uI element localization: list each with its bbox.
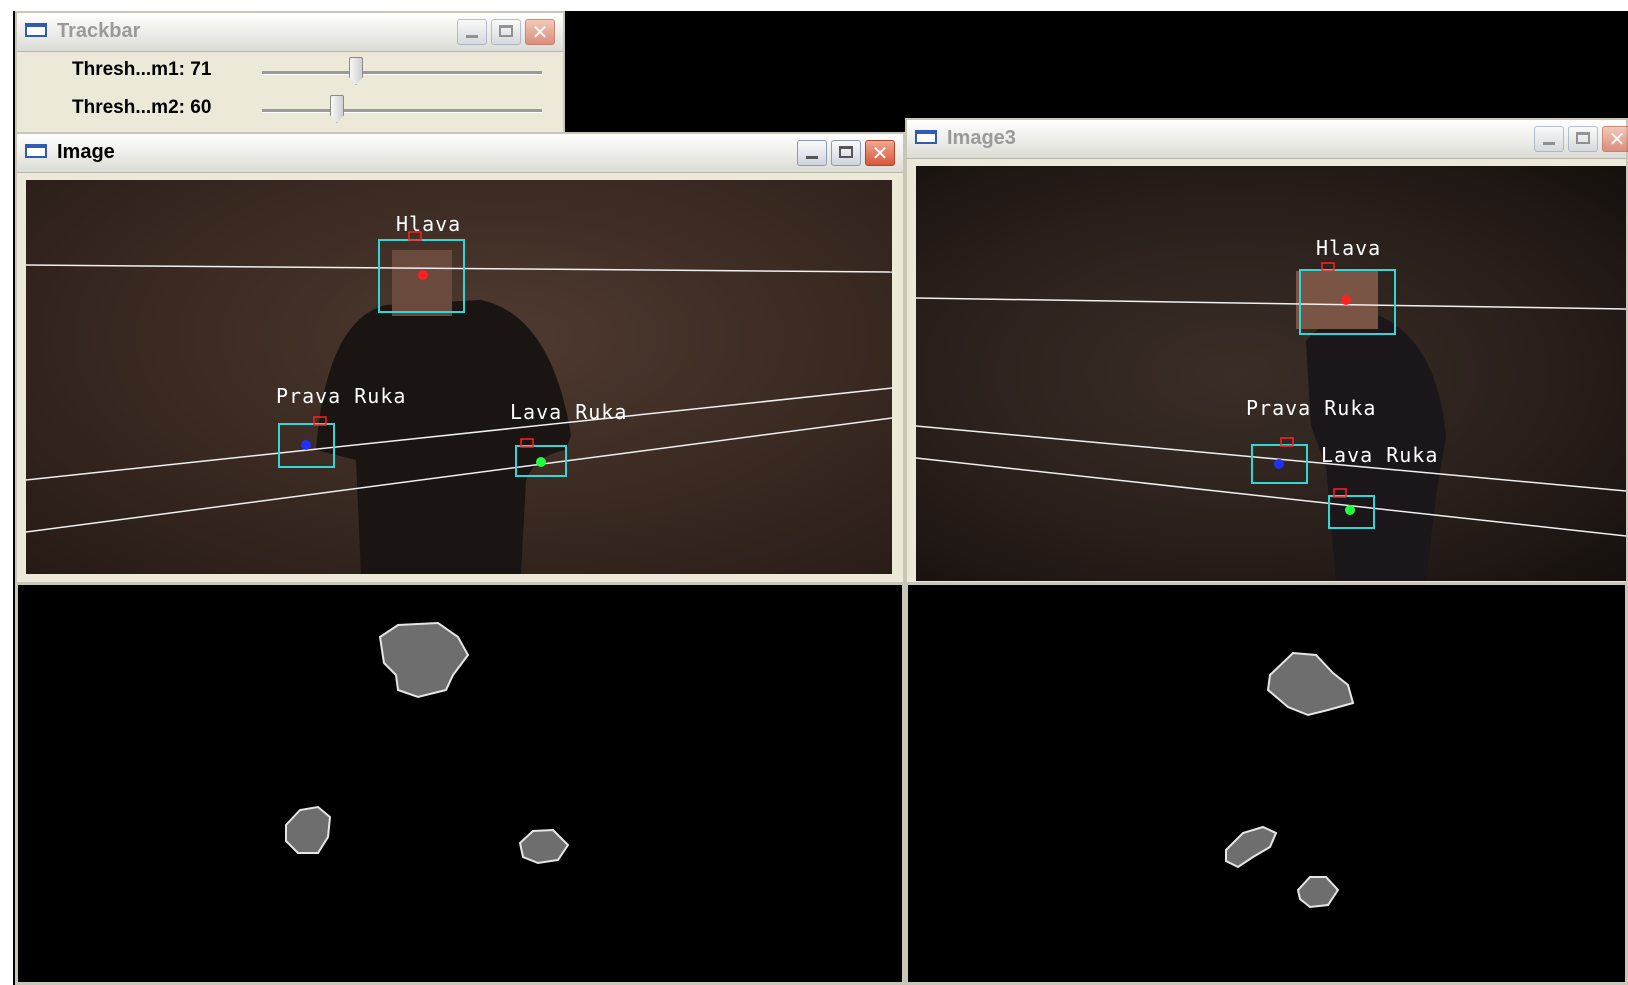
camera-view-front: Hlava Prava Ruka Lava Ruka: [26, 180, 892, 574]
maximize-button[interactable]: [491, 19, 521, 45]
head-marker: [1341, 295, 1351, 305]
trackbar-titlebar[interactable]: Trackbar ✕: [17, 13, 563, 52]
mask-blobs: [285, 621, 570, 865]
maximize-icon: [499, 25, 513, 37]
face-region: [1296, 271, 1378, 329]
segmentation-mask-side: [905, 582, 1628, 985]
close-icon: ✕: [871, 141, 889, 165]
close-button[interactable]: ✕: [525, 19, 555, 45]
image3-window: Image3 ✕ Hlava Prava Ruka Lava Ruka: [905, 118, 1628, 585]
head-marker: [418, 270, 428, 280]
window-icon: [25, 23, 47, 37]
right-hand-blob: [285, 805, 332, 854]
left-hand-blob: [1296, 876, 1340, 909]
close-button[interactable]: ✕: [865, 140, 895, 166]
desktop: Trackbar ✕ Thresh...m1: 71 Thresh...m2: …: [0, 0, 1628, 985]
right-hand-marker: [301, 440, 311, 450]
minimize-button[interactable]: [457, 19, 487, 45]
window-title: Trackbar: [57, 20, 141, 42]
image-window: Image ✕ Hlava Prava Ruka Lava Ruka: [15, 132, 905, 585]
close-button[interactable]: ✕: [1602, 126, 1628, 152]
image-titlebar[interactable]: Image ✕: [17, 134, 903, 173]
left-hand-marker: [536, 457, 546, 467]
window-title: Image: [57, 141, 115, 163]
maximize-icon: [839, 146, 853, 158]
segmentation-mask-front: [15, 582, 905, 985]
right-hand-label: Prava Ruka: [276, 384, 407, 408]
image3-titlebar[interactable]: Image3 ✕: [907, 120, 1628, 159]
maximize-button[interactable]: [831, 140, 861, 166]
close-icon: ✕: [531, 20, 549, 44]
slider-track[interactable]: [262, 71, 542, 75]
right-hand-marker: [1274, 459, 1284, 469]
tracking-overlay: [916, 262, 1626, 581]
left-hand-label: Lava Ruka: [1321, 443, 1439, 467]
slider-thumb[interactable]: [330, 95, 344, 123]
tracking-line: [916, 425, 1626, 492]
person-silhouette: [316, 300, 571, 574]
maximize-button[interactable]: [1568, 126, 1598, 152]
minimize-button[interactable]: [1534, 126, 1564, 152]
mask-blobs: [1225, 651, 1355, 909]
right-hand-blob: [1225, 825, 1278, 869]
background-strip: [0, 0, 13, 985]
face-region: [392, 250, 452, 316]
window-icon: [25, 144, 47, 158]
tracking-line: [26, 264, 892, 273]
window-title: Image3: [947, 127, 1016, 149]
close-icon: ✕: [1608, 127, 1626, 151]
minimize-icon: [806, 156, 818, 159]
background-strip: [0, 0, 1628, 11]
tracking-overlay: [26, 231, 892, 574]
head-blob: [1266, 651, 1355, 717]
tracking-line: [916, 297, 1626, 310]
slider-thumb[interactable]: [349, 57, 363, 85]
head-label: Hlava: [1316, 236, 1382, 260]
left-hand-label: Lava Ruka: [510, 400, 628, 424]
slider-label: Thresh...m1: 71: [72, 59, 212, 80]
head-label: Hlava: [396, 212, 462, 236]
head-blob: [378, 621, 470, 699]
minimize-button[interactable]: [797, 140, 827, 166]
tracking-line: [916, 457, 1626, 537]
slider-row-thresh1: Thresh...m1: 71: [17, 53, 563, 87]
left-hand-blob: [518, 828, 570, 865]
minimize-icon: [1543, 142, 1555, 145]
right-hand-label: Prava Ruka: [1246, 396, 1377, 420]
minimize-icon: [466, 35, 478, 38]
left-hand-marker: [1345, 505, 1355, 515]
slider-track[interactable]: [262, 109, 542, 113]
trackbar-window: Trackbar ✕ Thresh...m1: 71 Thresh...m2: …: [15, 11, 565, 136]
camera-view-side: Hlava Prava Ruka Lava Ruka: [916, 166, 1626, 581]
slider-label: Thresh...m2: 60: [72, 97, 212, 118]
slider-row-thresh2: Thresh...m2: 60: [17, 91, 563, 125]
window-icon: [915, 130, 937, 144]
maximize-icon: [1576, 132, 1590, 144]
